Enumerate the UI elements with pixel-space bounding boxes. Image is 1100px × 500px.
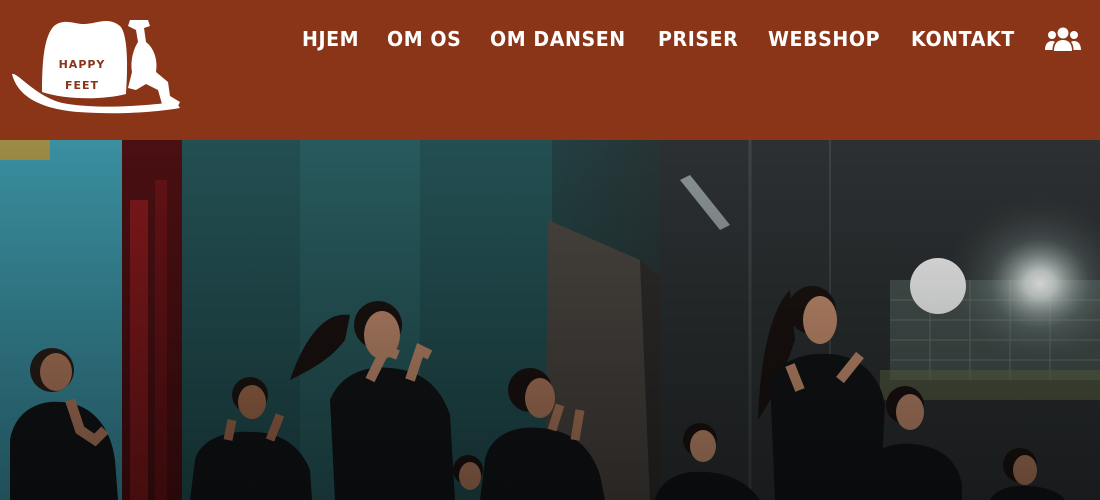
logo-text-feet: FEET	[64, 79, 100, 92]
site-header: HAPPY FEET HJEM OM OS OM DANSEN PRISER W…	[0, 0, 1100, 140]
nav-item-hjem[interactable]: HJEM	[302, 27, 359, 51]
happy-feet-logo[interactable]: HAPPY FEET	[8, 12, 186, 116]
nav-item-om-dansen[interactable]: OM DANSEN	[490, 27, 626, 51]
nav-item-webshop[interactable]: WEBSHOP	[768, 27, 880, 51]
nav-item-priser[interactable]: PRISER	[658, 27, 738, 51]
nav-item-om-os[interactable]: OM OS	[387, 27, 461, 51]
users-icon[interactable]	[1045, 26, 1082, 52]
main-navigation: HJEM OM OS OM DANSEN PRISER WEBSHOP KONT…	[302, 26, 1100, 52]
hero-image-dancers	[0, 140, 1100, 500]
nav-item-kontakt[interactable]: KONTAKT	[911, 27, 1015, 51]
logo-text-happy: HAPPY	[58, 58, 106, 71]
